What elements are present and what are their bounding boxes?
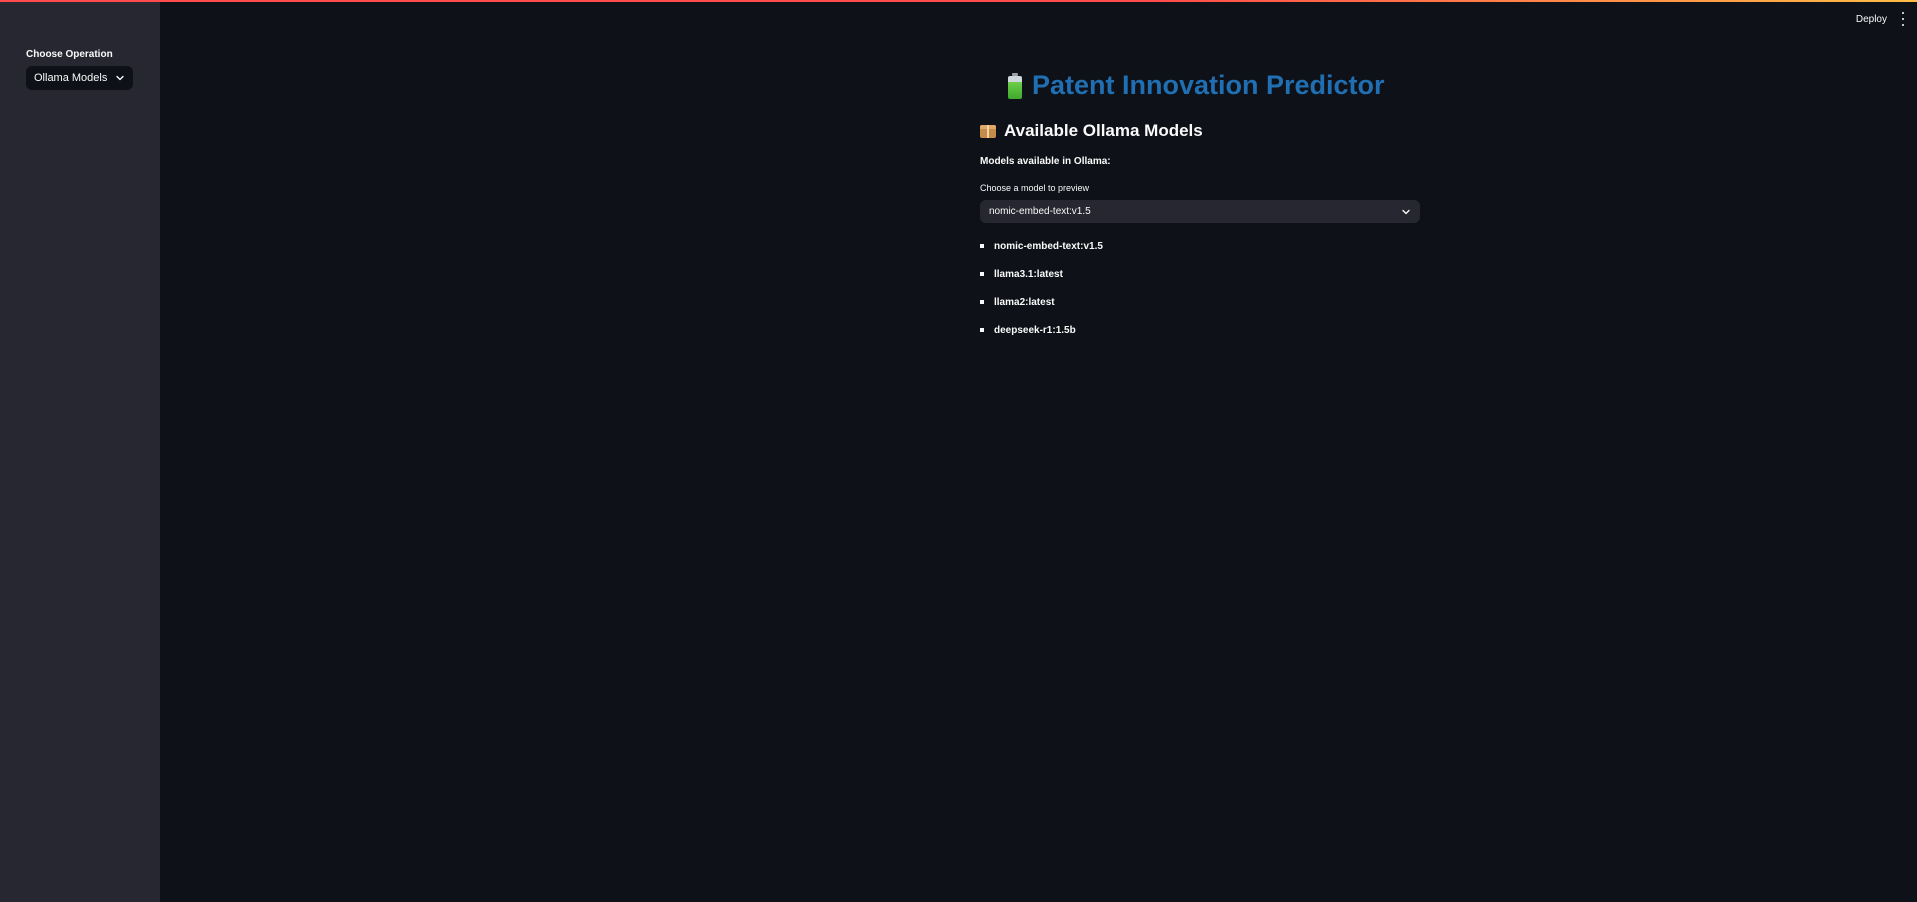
operation-select[interactable]: Ollama Models <box>26 66 133 90</box>
model-select[interactable]: nomic-embed-text:v1.5 <box>980 200 1420 223</box>
model-name: llama3.1:latest <box>994 268 1063 280</box>
page-title: Patent Innovation Predictor <box>1008 70 1385 101</box>
top-decoration-line <box>0 0 1917 2</box>
package-icon <box>980 123 996 139</box>
bullet-icon <box>980 300 984 304</box>
page-title-text: Patent Innovation Predictor <box>1032 70 1385 100</box>
chevron-down-icon <box>115 73 125 83</box>
chevron-down-icon <box>1401 207 1411 217</box>
section-heading-text: Available Ollama Models <box>1004 121 1203 140</box>
list-item: llama2:latest <box>980 288 1103 316</box>
section-heading: Available Ollama Models <box>980 121 1203 141</box>
model-name: llama2:latest <box>994 296 1055 308</box>
model-name: deepseek-r1:1.5b <box>994 324 1076 336</box>
battery-icon <box>1008 72 1022 99</box>
model-list: nomic-embed-text:v1.5 llama3.1:latest ll… <box>980 232 1103 344</box>
bullet-icon <box>980 244 984 248</box>
sidebar-operation-label: Choose Operation <box>26 49 113 60</box>
list-item: nomic-embed-text:v1.5 <box>980 232 1103 260</box>
bullet-icon <box>980 272 984 276</box>
model-name: nomic-embed-text:v1.5 <box>994 240 1103 252</box>
bullet-icon <box>980 328 984 332</box>
models-available-label: Models available in Ollama: <box>980 156 1111 167</box>
list-item: deepseek-r1:1.5b <box>980 316 1103 344</box>
main-content: Patent Innovation Predictor Available Ol… <box>160 0 1917 902</box>
model-select-value: nomic-embed-text:v1.5 <box>989 206 1091 217</box>
sidebar: Choose Operation Ollama Models <box>0 0 160 902</box>
operation-select-value: Ollama Models <box>34 72 108 84</box>
list-item: llama3.1:latest <box>980 260 1103 288</box>
model-select-label: Choose a model to preview <box>980 183 1090 193</box>
